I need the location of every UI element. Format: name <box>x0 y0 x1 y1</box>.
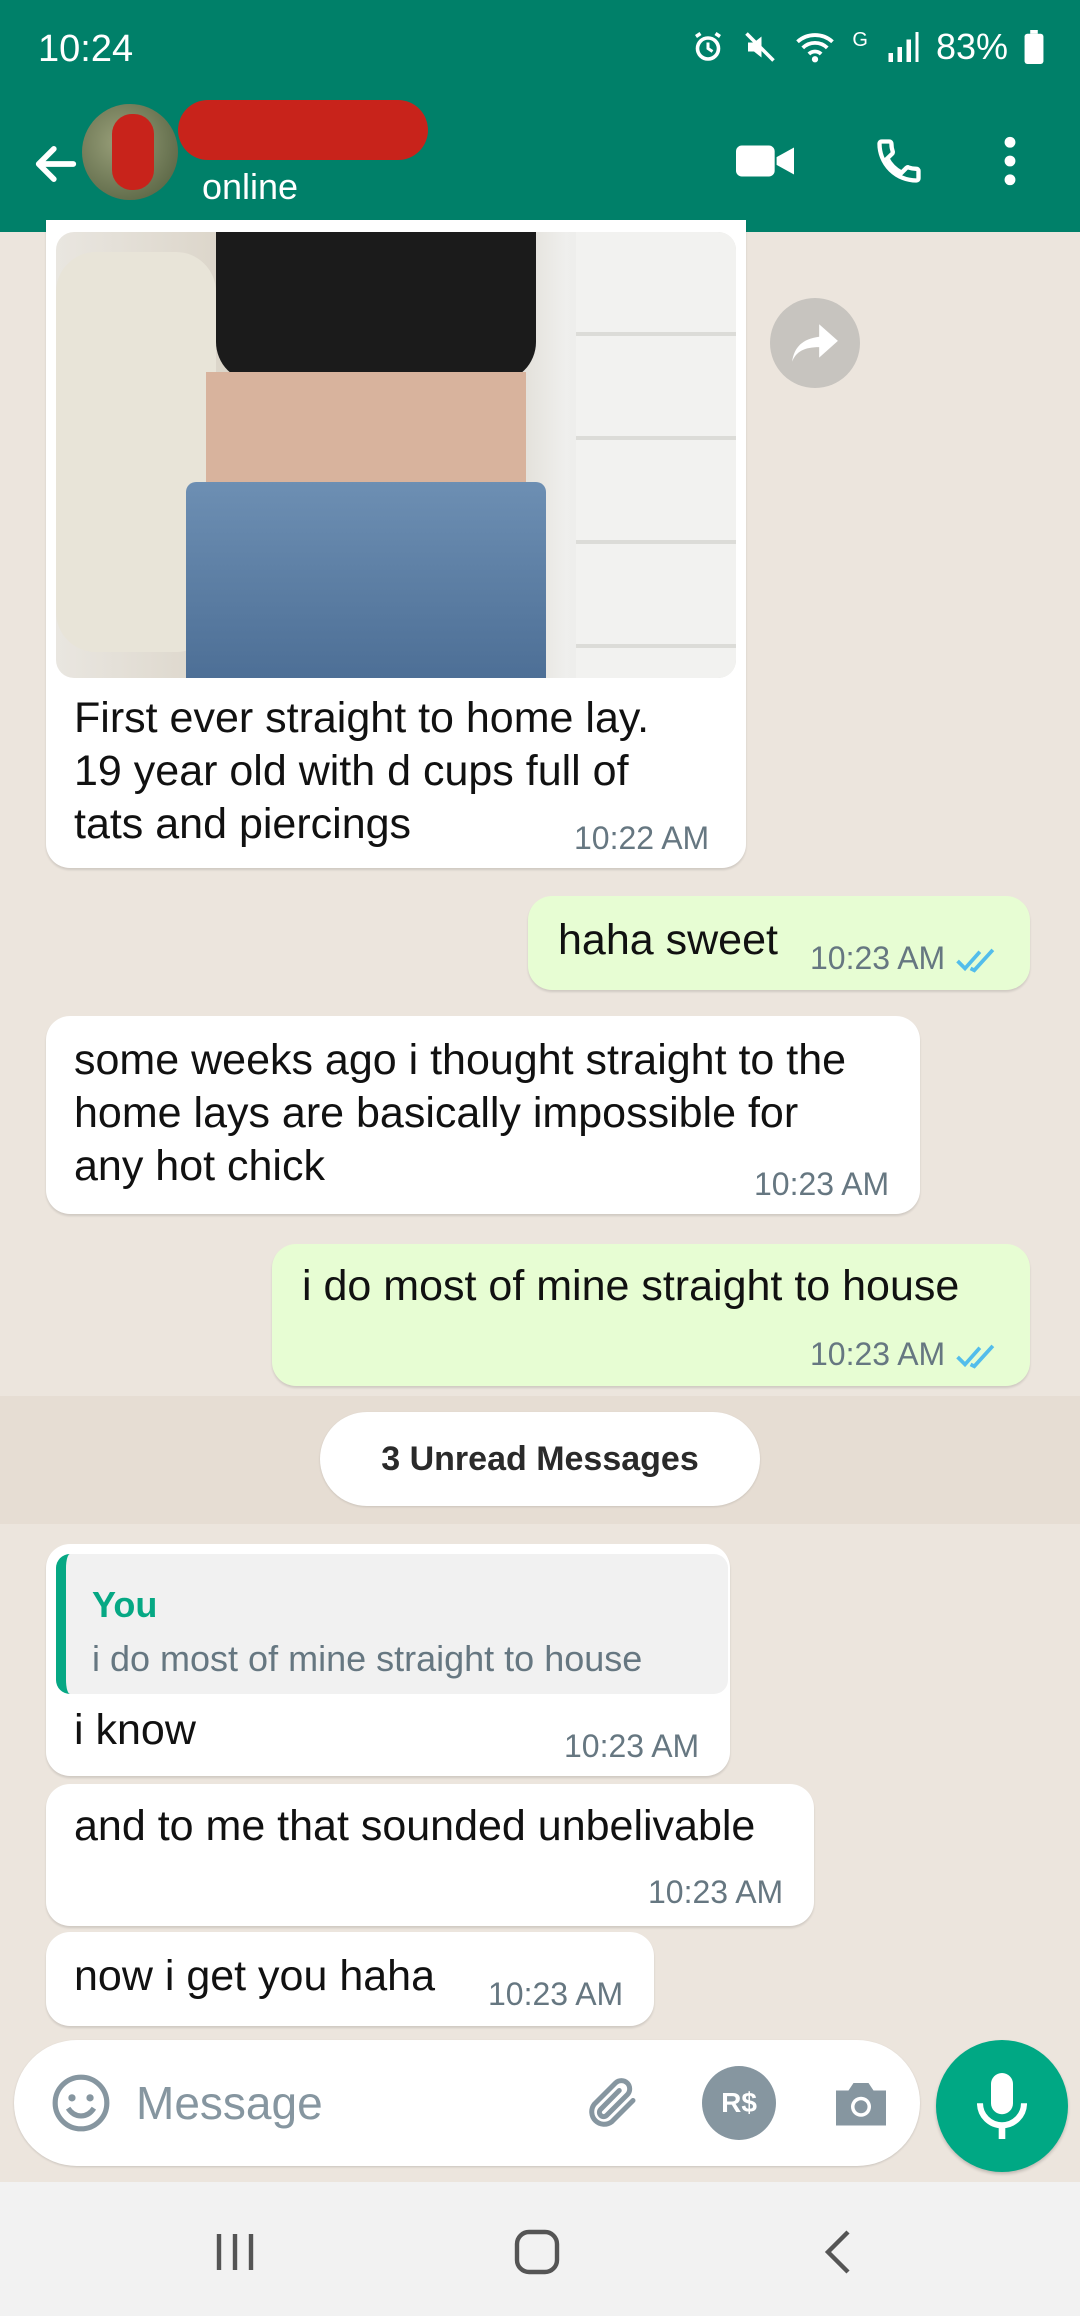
message-text: First ever straight to home lay. 19 year… <box>74 692 649 851</box>
photo-region <box>206 372 526 492</box>
message-outgoing[interactable]: haha sweet 10:23 AM <box>528 896 1030 990</box>
photo-region <box>216 232 536 382</box>
recents-button[interactable] <box>200 2224 270 2280</box>
alarm-icon <box>695 32 722 61</box>
message-incoming[interactable]: and to me that sounded unbelivable 10:23… <box>46 1784 814 1926</box>
wifi-icon <box>796 33 835 63</box>
quoted-author: You <box>92 1584 158 1625</box>
message-text: some weeks ago i thought straight to the… <box>74 1034 846 1193</box>
message-time: 10:22 AM <box>574 820 710 856</box>
camera-button[interactable] <box>822 2064 900 2142</box>
message-text: haha sweet <box>558 916 778 964</box>
message-line: tats and piercings <box>74 800 412 848</box>
video-call-icon <box>736 145 794 177</box>
home-button[interactable] <box>502 2220 572 2284</box>
message-time: 10:23 AM <box>810 1336 1001 1372</box>
chat-header: online <box>0 96 1080 232</box>
more-vert-icon <box>1004 136 1016 186</box>
message-incoming-reply[interactable]: You i do most of mine straight to house … <box>46 1544 730 1776</box>
camera-icon <box>836 2083 886 2126</box>
message-text: now i get you haha <box>74 1952 435 2000</box>
read-ticks-icon <box>956 948 995 973</box>
attach-icon <box>589 2078 636 2127</box>
forward-icon <box>792 324 838 362</box>
contact-avatar[interactable] <box>82 104 178 200</box>
battery-icon <box>1024 30 1044 64</box>
video-call-button[interactable] <box>728 124 802 198</box>
status-icons: G 83% <box>690 26 1044 68</box>
mic-icon <box>977 2073 1027 2139</box>
photo-region <box>576 232 736 678</box>
status-time: 10:24 <box>38 28 134 70</box>
message-line: home lays are basically impossible for <box>74 1089 799 1137</box>
emoji-button[interactable] <box>42 2064 120 2142</box>
message-line: any hot chick <box>74 1142 325 1190</box>
network-type: G <box>852 28 868 51</box>
message-input[interactable]: Message <box>136 2068 556 2138</box>
status-bar: 10:24 G 83% <box>0 0 1080 96</box>
message-line: First ever straight to home lay. <box>74 694 650 742</box>
message-time-text: 10:23 AM <box>810 1336 946 1372</box>
recents-icon <box>216 2234 254 2270</box>
photo-region <box>186 482 546 678</box>
battery-level: 83% <box>935 26 1008 67</box>
read-ticks-icon <box>956 1344 995 1369</box>
forward-button[interactable] <box>770 298 860 388</box>
unread-messages-label: 3 Unread Messages <box>320 1412 760 1506</box>
message-line: some weeks ago i thought straight to the <box>74 1036 847 1084</box>
message-composer: Message R$ <box>14 2040 920 2166</box>
message-time: 10:23 AM <box>810 940 1001 976</box>
message-incoming[interactable]: now i get you haha 10:23 AM <box>46 1932 654 2026</box>
chevron-left-icon <box>824 2230 850 2274</box>
home-icon <box>514 2229 560 2275</box>
message-line: 19 year old with d cups full of <box>74 747 629 795</box>
message-incoming[interactable]: some weeks ago i thought straight to the… <box>46 1016 920 1214</box>
system-back-button[interactable] <box>808 2220 868 2284</box>
mute-icon <box>745 32 776 62</box>
message-text: i know <box>74 1706 196 1754</box>
message-time: 10:23 AM <box>564 1728 700 1764</box>
message-time: 10:23 AM <box>488 1976 624 2012</box>
signal-icon <box>888 32 919 62</box>
contact-status: online <box>202 166 299 207</box>
message-time: 10:23 AM <box>754 1166 890 1202</box>
system-nav-bar <box>0 2182 1080 2316</box>
message-outgoing[interactable]: i do most of mine straight to house 10:2… <box>272 1244 1030 1386</box>
more-options-button[interactable] <box>982 124 1038 198</box>
phone-icon <box>877 139 921 183</box>
contact-name-redaction[interactable] <box>178 100 428 160</box>
message-text: i do most of mine straight to house <box>302 1262 960 1310</box>
emoji-icon <box>52 2074 110 2132</box>
quoted-message[interactable]: You i do most of mine straight to house <box>56 1554 728 1694</box>
message-time: 10:23 AM <box>648 1874 784 1910</box>
message-time-text: 10:23 AM <box>810 940 946 976</box>
payment-button[interactable]: R$ <box>702 2066 776 2140</box>
message-text: and to me that sounded unbelivable <box>74 1802 756 1850</box>
back-arrow-icon <box>35 146 77 182</box>
voice-call-button[interactable] <box>862 124 936 198</box>
avatar-redaction <box>112 114 154 190</box>
voice-record-button[interactable] <box>936 2040 1068 2172</box>
message-photo[interactable] <box>56 232 736 678</box>
quoted-text: i do most of mine straight to house <box>92 1638 643 1679</box>
attach-button[interactable] <box>574 2064 652 2142</box>
